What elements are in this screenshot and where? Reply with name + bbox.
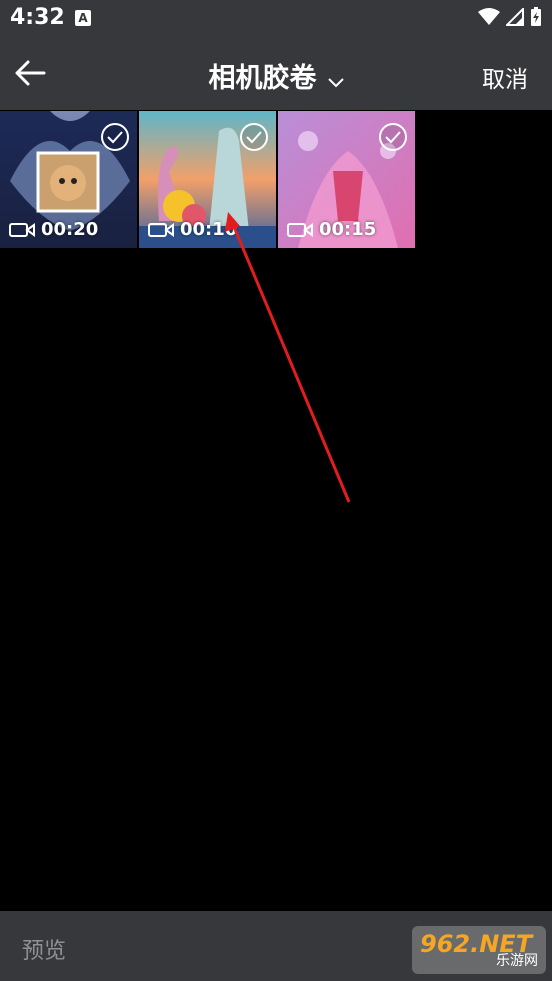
watermark-logo: 962.NET 乐游网 (412, 926, 546, 974)
bottom-bar: 预览 962.NET 乐游网 (0, 911, 552, 981)
preview-button[interactable]: 预览 (22, 933, 66, 965)
watermark-subtitle: 乐游网 (496, 953, 538, 969)
annotation-arrow (225, 212, 351, 503)
